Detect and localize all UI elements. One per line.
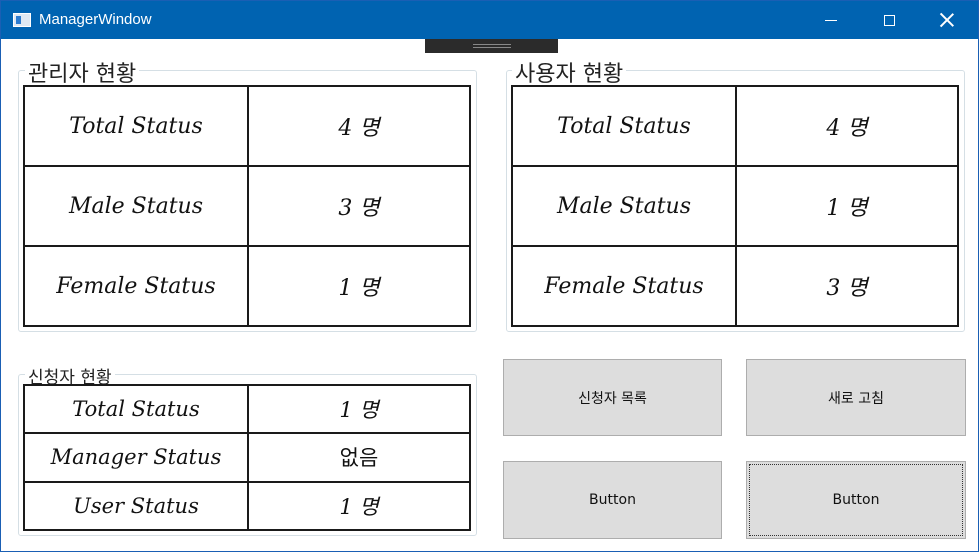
- user-male-value: 1 명: [735, 165, 959, 247]
- table-row: Total Status 4 명: [23, 85, 471, 167]
- window-title: ManagerWindow: [39, 11, 152, 28]
- minimize-icon: [825, 19, 837, 21]
- button-2[interactable]: Button: [746, 461, 966, 539]
- admin-total-label: Total Status: [23, 85, 249, 167]
- window-app-icon: [13, 13, 31, 27]
- button-1[interactable]: Button: [503, 461, 722, 539]
- maximize-icon: [883, 14, 895, 26]
- table-row: Total Status 1 명: [23, 383, 471, 435]
- title-bar[interactable]: ManagerWindow: [1, 1, 978, 39]
- user-male-label: Male Status: [511, 165, 737, 247]
- applicant-total-label: Total Status: [23, 383, 249, 435]
- table-row: Female Status 1 명: [23, 245, 471, 327]
- table-row: Male Status 1 명: [511, 165, 959, 247]
- table-row: Male Status 3 명: [23, 165, 471, 247]
- table-row: User Status 1 명: [23, 480, 471, 532]
- close-icon: [940, 13, 954, 27]
- admin-total-value: 4 명: [247, 85, 471, 167]
- applicant-user-value: 1 명: [247, 480, 471, 532]
- manager-window: ManagerWindow 관리자 현황 Total Status 4 명 Ma…: [0, 0, 979, 552]
- applicant-user-label: User Status: [23, 480, 249, 532]
- table-row: Manager Status 없음: [23, 432, 471, 483]
- minimize-button[interactable]: [802, 1, 860, 39]
- admin-female-value: 1 명: [247, 245, 471, 327]
- user-status-header: 사용자 현황: [512, 56, 627, 88]
- user-status-table: Total Status 4 명 Male Status 1 명 Female …: [511, 85, 959, 327]
- applicant-manager-label: Manager Status: [23, 432, 249, 483]
- table-row: Female Status 3 명: [511, 245, 959, 327]
- table-row: Total Status 4 명: [511, 85, 959, 167]
- applicant-manager-value: 없음: [247, 432, 471, 483]
- user-female-label: Female Status: [511, 245, 737, 327]
- drag-grip[interactable]: [425, 39, 558, 53]
- admin-status-table: Total Status 4 명 Male Status 3 명 Female …: [23, 85, 471, 327]
- applicant-total-value: 1 명: [247, 383, 471, 435]
- admin-status-header: 관리자 현황: [25, 56, 140, 88]
- applicant-status-table: Total Status 1 명 Manager Status 없음 User …: [23, 383, 471, 532]
- admin-male-value: 3 명: [247, 165, 471, 247]
- user-total-label: Total Status: [511, 85, 737, 167]
- applicant-list-button[interactable]: 신청자 목록: [503, 359, 722, 436]
- user-female-value: 3 명: [735, 245, 959, 327]
- user-total-value: 4 명: [735, 85, 959, 167]
- admin-male-label: Male Status: [23, 165, 249, 247]
- close-button[interactable]: [918, 1, 976, 39]
- refresh-button[interactable]: 새로 고침: [746, 359, 966, 436]
- maximize-button[interactable]: [860, 1, 918, 39]
- admin-female-label: Female Status: [23, 245, 249, 327]
